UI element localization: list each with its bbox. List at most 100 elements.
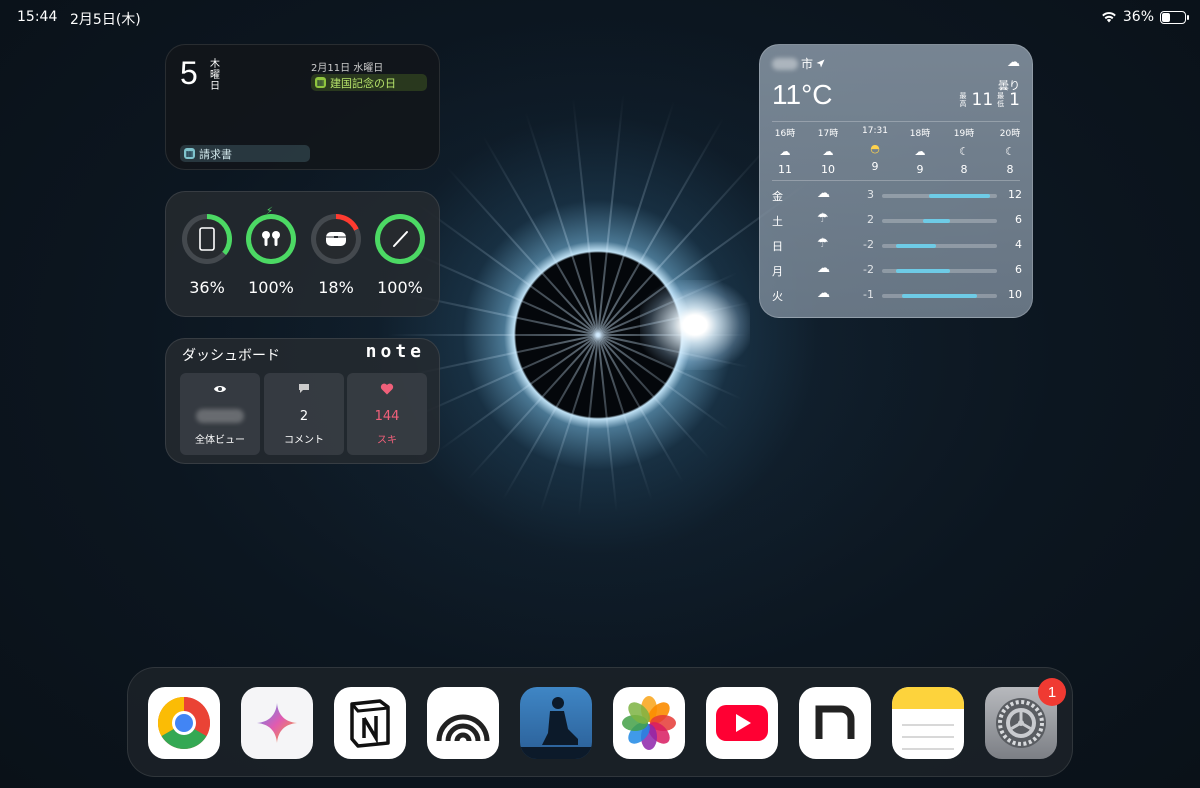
weather-hi-lo: 最高 11 最低 1	[960, 90, 1020, 110]
battery-ring-inner	[187, 219, 227, 259]
dashboard-comments-value: 2	[299, 409, 309, 424]
daily-low: -2	[863, 238, 874, 251]
calendar-event-today[interactable]: ▦ 請求書	[180, 145, 310, 162]
calendar-day-number: 5	[180, 55, 198, 91]
daily-day: 金	[772, 190, 783, 203]
status-bar: 15:44 2月5日(木) 36%	[0, 0, 1200, 34]
eclipse-ray	[388, 334, 598, 336]
daily-day: 日	[772, 240, 783, 253]
cloud-rain-icon: ☂	[817, 236, 829, 251]
calendar-upcoming-date: 2月11日 水曜日	[311, 63, 384, 74]
blurred-value	[196, 409, 244, 423]
note-dashboard-widget[interactable]: ダッシュボード note 全体ビュー 2 コメント 144 スキ	[165, 338, 440, 464]
temp-range-track	[882, 244, 997, 248]
battery-ring-inner	[316, 219, 356, 259]
note-logo: note	[365, 341, 425, 362]
calendar-event-upcoming[interactable]: ▦ 建国記念の日	[311, 74, 427, 91]
hourly-temp: 9	[916, 163, 924, 176]
dashboard-likes-label: スキ	[377, 435, 397, 446]
daily-row: 日 ☂ -2 4	[772, 235, 1022, 257]
sunset-icon: ◓	[870, 142, 880, 155]
daily-low: 3	[867, 188, 874, 201]
dashboard-likes-value: 144	[374, 409, 400, 424]
youtube-app-icon[interactable]	[706, 687, 778, 759]
daily-row: 土 ☂ 2 6	[772, 210, 1022, 232]
dashboard-title: ダッシュボード	[182, 348, 280, 364]
cloud-icon: ☁	[817, 286, 830, 301]
weather-widget[interactable]: 市 11°C ☁ 曇り 最高 11 最低 1 16時 ☁ 11 17時 ☁ 10…	[759, 44, 1033, 318]
note-app-icon[interactable]	[799, 687, 871, 759]
moon-icon: ☾	[1005, 145, 1015, 158]
dock: 1	[127, 667, 1073, 777]
temp-range-track	[882, 219, 997, 223]
gemini-app-icon[interactable]	[241, 687, 313, 759]
chrome-app-icon[interactable]	[148, 687, 220, 759]
notes-app-icon[interactable]	[892, 687, 964, 759]
temp-range-bar	[922, 219, 950, 223]
dashboard-comments-label: コメント	[284, 435, 324, 446]
weather-current-temp: 11°C	[772, 79, 833, 110]
weather-divider	[772, 121, 1020, 122]
daily-low: 2	[867, 213, 874, 226]
temp-range-bar	[895, 244, 937, 248]
cloud-icon: ☁	[817, 186, 830, 201]
weather-location: 市	[772, 55, 825, 72]
daily-day: 月	[772, 265, 783, 278]
battery-ring-airpods: ⚡ 100%	[246, 206, 296, 297]
battery-fill	[1162, 12, 1170, 22]
hourly-item: 17時 ☁ 10	[808, 126, 848, 176]
dashboard-tile-comments[interactable]: 2 コメント	[264, 373, 344, 455]
battery-ring-airpods-case: 18%	[311, 214, 361, 297]
weather-lo-label: 最低	[997, 92, 1005, 108]
hourly-item: 19時 ☾ 8	[944, 126, 984, 176]
hourly-temp: 8	[960, 163, 968, 176]
weather-city-suffix: 市	[801, 57, 814, 71]
dashboard-tile-likes[interactable]: 144 スキ	[347, 373, 427, 455]
hourly-item: 17:31 ◓ 9	[855, 126, 895, 173]
cloud-icon: ☁	[822, 145, 834, 158]
status-right: 36%	[1101, 9, 1189, 25]
status-time: 15:44	[17, 9, 58, 25]
airpods-case-icon	[326, 232, 346, 246]
cloud-icon: ☁	[779, 145, 791, 158]
hourly-time: 17時	[817, 129, 839, 139]
hourly-temp: 9	[871, 160, 879, 173]
eclipse-flare	[640, 280, 750, 370]
hourly-time: 20時	[999, 129, 1021, 139]
status-date: 2月5日(木)	[70, 12, 141, 28]
hourly-time: 18時	[909, 129, 931, 139]
dashboard-views-value	[180, 409, 260, 427]
photos-app-icon[interactable]	[613, 687, 685, 759]
daily-high: 12	[1008, 188, 1022, 201]
cloud-icon: ☁	[817, 261, 830, 276]
notion-app-icon[interactable]	[334, 687, 406, 759]
daily-row: 金 ☁ 3 12	[772, 185, 1022, 207]
airpods-icon	[262, 231, 280, 246]
daily-low: -1	[863, 288, 874, 301]
battery-ring-inner	[380, 219, 420, 259]
daily-row: 火 ☁ -1 10	[772, 285, 1022, 307]
weather-hi-label: 最高	[959, 92, 967, 108]
pencil-icon	[393, 231, 408, 247]
daily-day: 火	[772, 290, 783, 303]
daily-low: -2	[863, 263, 874, 276]
charging-bolt-icon: ⚡	[266, 206, 274, 217]
daily-high: 6	[1015, 213, 1022, 226]
daily-day: 土	[772, 215, 783, 228]
calendar-widget[interactable]: 5 木曜日 ▦ 請求書 2月11日 水曜日 ▦ 建国記念の日	[165, 44, 440, 170]
temp-range-track	[882, 194, 997, 198]
temp-range-bar	[895, 269, 950, 273]
temp-range-bar	[929, 194, 991, 198]
hourly-temp: 10	[821, 163, 835, 176]
batteries-widget[interactable]: 36% ⚡ 100% 18% 100%	[165, 191, 440, 317]
temp-range-bar	[902, 294, 977, 298]
arc-app-icon[interactable]	[427, 687, 499, 759]
dashboard-views-label: 全体ビュー	[195, 435, 245, 446]
hourly-time: 17:31	[862, 126, 888, 136]
calendar-event-title: 建国記念の日	[330, 76, 396, 90]
hourly-item: 18時 ☁ 9	[900, 126, 940, 176]
battery-percent: 36%	[1122, 9, 1154, 25]
temp-range-track	[882, 269, 997, 273]
dashboard-tile-views[interactable]: 全体ビュー	[180, 373, 260, 455]
kindle-app-icon[interactable]	[520, 687, 592, 759]
